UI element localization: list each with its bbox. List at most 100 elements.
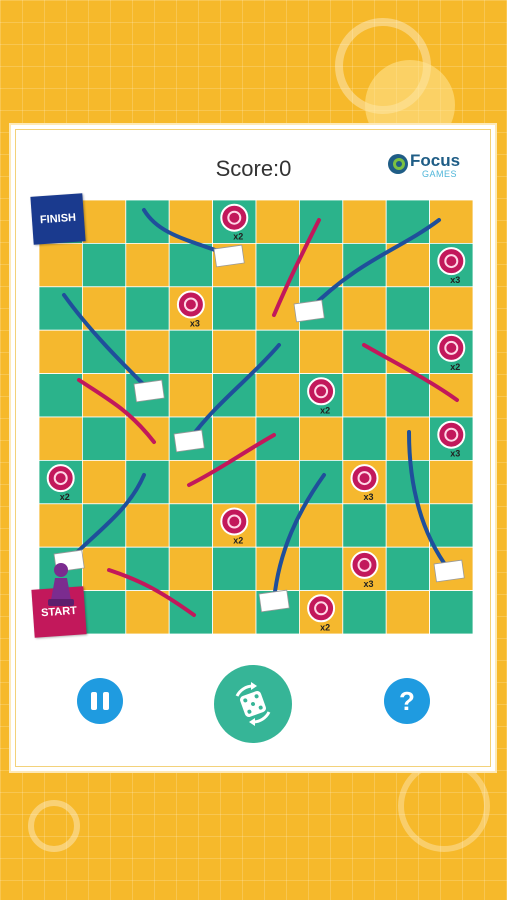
board-square — [125, 416, 170, 461]
help-button[interactable]: ? — [384, 678, 430, 724]
board-square — [429, 286, 473, 331]
board-square — [385, 590, 431, 634]
multiplier-label: x2 — [60, 492, 70, 502]
board-square — [385, 546, 431, 592]
player-pawn-icon — [48, 563, 74, 606]
board-square — [82, 546, 127, 592]
board-square — [168, 546, 213, 592]
multiplier-label: x2 — [320, 405, 330, 415]
card-stack-icon — [258, 589, 290, 613]
board-square — [82, 590, 127, 634]
card-stack-icon — [433, 559, 465, 583]
multiplier-label: x3 — [363, 579, 373, 589]
multiplier-label: x3 — [450, 449, 460, 459]
dice-icon — [235, 682, 271, 726]
multiplier-label: x3 — [363, 492, 373, 502]
board-square — [125, 243, 170, 288]
board-square — [385, 286, 431, 331]
board-square — [298, 329, 344, 374]
focus-games-logo: Focus GAMES — [386, 149, 476, 185]
multiplier-badge-icon — [176, 290, 205, 319]
board-square — [82, 200, 127, 244]
board-square — [342, 200, 387, 244]
logo-subtext: GAMES — [422, 169, 458, 179]
card-stack-icon — [133, 379, 165, 403]
board-square — [298, 503, 344, 548]
board-square — [168, 243, 213, 288]
multiplier-badge-icon — [350, 550, 379, 579]
board-square — [342, 503, 387, 548]
eye-logo-icon — [388, 154, 408, 174]
board-square — [255, 459, 300, 505]
board-square — [168, 503, 213, 548]
multiplier-badge-icon — [437, 247, 466, 276]
board-square — [125, 286, 170, 331]
decorative-circle — [28, 800, 80, 852]
board-svg: x2 x3 x3 x2 x2 x3 x2 x3 x2 x3 x2 — [39, 200, 473, 634]
logo-text: Focus — [410, 151, 461, 170]
board-square — [342, 286, 387, 331]
board-square — [385, 459, 431, 505]
board-square — [255, 329, 300, 374]
board-square — [255, 200, 300, 244]
board-square — [429, 459, 473, 505]
card-stack-icon — [293, 299, 325, 323]
multiplier-badge-icon — [307, 594, 336, 623]
multiplier-badge-icon — [46, 464, 75, 493]
multiplier-label: x2 — [233, 536, 243, 546]
multiplier-label: x2 — [233, 232, 243, 242]
pause-icon — [91, 692, 97, 710]
board-square — [212, 546, 257, 592]
board-square — [39, 373, 83, 418]
decorative-circle — [398, 760, 490, 852]
board-square — [342, 416, 387, 461]
board-square — [255, 416, 300, 461]
board-square — [385, 200, 431, 244]
board-square — [342, 373, 387, 418]
pause-icon-bar — [103, 692, 109, 710]
board-square — [125, 329, 170, 374]
multiplier-label: x3 — [190, 319, 200, 329]
multiplier-badge-icon — [350, 464, 379, 493]
board-square — [429, 590, 473, 634]
multiplier-label: x2 — [320, 622, 330, 632]
board-square — [39, 416, 83, 461]
multiplier-badge-icon — [220, 203, 249, 232]
board-square — [429, 503, 473, 548]
board-square — [385, 329, 431, 374]
board-square — [125, 200, 170, 244]
board-square — [39, 329, 83, 374]
board-square — [298, 416, 344, 461]
multiplier-badge-icon — [437, 420, 466, 449]
finish-tile: FINISH — [30, 193, 86, 245]
game-board: x2 x3 x3 x2 x2 x3 x2 x3 x2 x3 x2 — [39, 200, 473, 634]
multiplier-label: x3 — [450, 275, 460, 285]
board-square — [212, 590, 257, 634]
card-stack-icon — [213, 244, 245, 268]
board-square — [255, 373, 300, 418]
board-square — [212, 329, 257, 374]
board-square — [82, 416, 127, 461]
card-stack-icon — [173, 429, 205, 453]
board-square — [39, 503, 83, 548]
board-square — [82, 243, 127, 288]
board-square — [212, 286, 257, 331]
board-square — [82, 329, 127, 374]
roll-dice-button[interactable] — [214, 665, 292, 743]
pause-button[interactable] — [77, 678, 123, 724]
board-square — [255, 243, 300, 288]
multiplier-label: x2 — [450, 362, 460, 372]
multiplier-badge-icon — [307, 377, 336, 406]
multiplier-badge-icon — [437, 333, 466, 362]
board-square — [125, 590, 170, 634]
board-square — [298, 546, 344, 592]
board-square — [168, 329, 213, 374]
board-square — [125, 503, 170, 548]
board-square — [82, 459, 127, 505]
board-square — [342, 590, 387, 634]
board-square — [168, 373, 213, 418]
board-square — [298, 200, 344, 244]
board-square — [212, 373, 257, 418]
multiplier-badge-icon — [220, 507, 249, 536]
board-square — [212, 416, 257, 461]
